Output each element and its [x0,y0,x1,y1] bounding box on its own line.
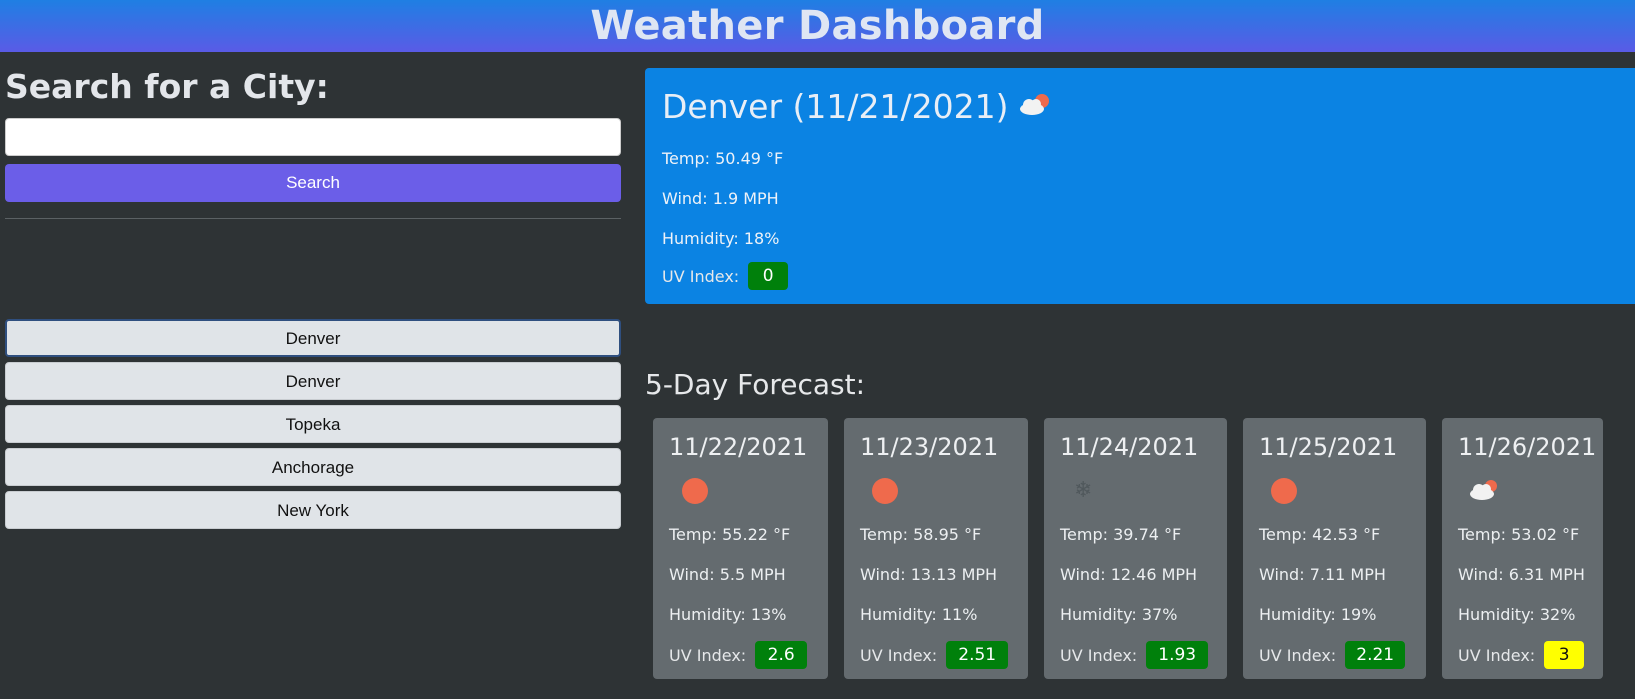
history-item-denver[interactable]: Denver [5,319,621,357]
forecast-humidity: Humidity: 32% [1458,605,1576,624]
current-humidity: Humidity: 18% [662,229,780,248]
forecast-humidity: Humidity: 37% [1060,605,1178,624]
forecast-uv-row: UV Index: 1.93 [1060,635,1227,675]
sun-icon [682,478,708,504]
cloud-sun-icon [1468,477,1502,505]
forecast-card-day4: 11/25/2021 Temp: 42.53 °F Wind: 7.11 MPH… [1243,418,1426,679]
forecast-uv-row: UV Index: 2.51 [860,635,1028,675]
forecast-title: 5-Day Forecast: [645,368,866,401]
uv-label: UV Index: [1259,645,1337,665]
forecast-uv-row: UV Index: 3 [1458,635,1603,675]
forecast-uv-row: UV Index: 2.6 [669,635,828,675]
forecast-card-day1: 11/22/2021 Temp: 55.22 °F Wind: 5.5 MPH … [653,418,828,679]
history-item-topeka[interactable]: Topeka [5,405,621,443]
sun-icon [1271,478,1297,504]
uv-label: UV Index: [1458,645,1536,665]
history-item-anchorage[interactable]: Anchorage [5,448,621,486]
forecast-wind: Wind: 7.11 MPH [1259,565,1386,584]
uv-badge: 2.51 [946,641,1009,669]
forecast-date: 11/26/2021 [1458,433,1597,461]
forecast-uv-row: UV Index: 2.21 [1259,635,1426,675]
uv-badge: 2.21 [1345,641,1406,669]
forecast-card-day3: 11/24/2021 ❄ Temp: 39.74 °F Wind: 12.46 … [1044,418,1227,679]
sun-icon [872,478,898,504]
forecast-card-day2: 11/23/2021 Temp: 58.95 °F Wind: 13.13 MP… [844,418,1028,679]
forecast-wind: Wind: 13.13 MPH [860,565,998,584]
current-temp: Temp: 50.49 °F [662,149,784,168]
forecast-humidity: Humidity: 11% [860,605,978,624]
forecast-wind: Wind: 5.5 MPH [669,565,786,584]
uv-badge: 2.6 [755,641,808,669]
search-panel: Search for a City: Search [5,52,621,219]
search-heading: Search for a City: [5,67,329,106]
city-search-input[interactable] [5,118,621,156]
forecast-humidity: Humidity: 13% [669,605,787,624]
forecast-card-day5: 11/26/2021 Temp: 53.02 °F Wind: 6.31 MPH… [1442,418,1603,679]
search-button[interactable]: Search [5,164,621,202]
cloud-sun-icon [1018,91,1052,121]
uv-label: UV Index: [860,645,938,665]
forecast-date: 11/24/2021 [1060,433,1199,461]
forecast-temp: Temp: 55.22 °F [669,525,791,544]
forecast-temp: Temp: 53.02 °F [1458,525,1580,544]
uv-badge: 3 [1544,641,1585,669]
snowflake-icon: ❄ [1074,478,1093,503]
history-item-denver[interactable]: Denver [5,362,621,400]
uv-badge: 0 [748,262,789,290]
current-uv-row: UV Index: 0 [662,262,1635,290]
current-city-date: Denver (11/21/2021) [662,86,1009,126]
app-header: Weather Dashboard [0,0,1635,52]
forecast-date: 11/25/2021 [1259,433,1398,461]
current-wind: Wind: 1.9 MPH [662,189,779,208]
search-history: Denver Denver Topeka Anchorage New York [5,319,621,534]
divider [5,218,621,219]
forecast-date: 11/23/2021 [860,433,999,461]
forecast-humidity: Humidity: 19% [1259,605,1377,624]
forecast-temp: Temp: 58.95 °F [860,525,982,544]
page-title: Weather Dashboard [590,3,1045,49]
forecast-temp: Temp: 42.53 °F [1259,525,1381,544]
uv-badge: 1.93 [1146,641,1209,669]
forecast-temp: Temp: 39.74 °F [1060,525,1182,544]
history-item-new-york[interactable]: New York [5,491,621,529]
forecast-date: 11/22/2021 [669,433,808,461]
forecast-wind: Wind: 12.46 MPH [1060,565,1198,584]
forecast-wind: Wind: 6.31 MPH [1458,565,1585,584]
uv-label: UV Index: [669,645,747,665]
current-weather-card: Denver (11/21/2021) Temp: 50.49 °F Wind:… [645,68,1635,304]
uv-label: UV Index: [1060,645,1138,665]
uv-label: UV Index: [662,266,740,286]
